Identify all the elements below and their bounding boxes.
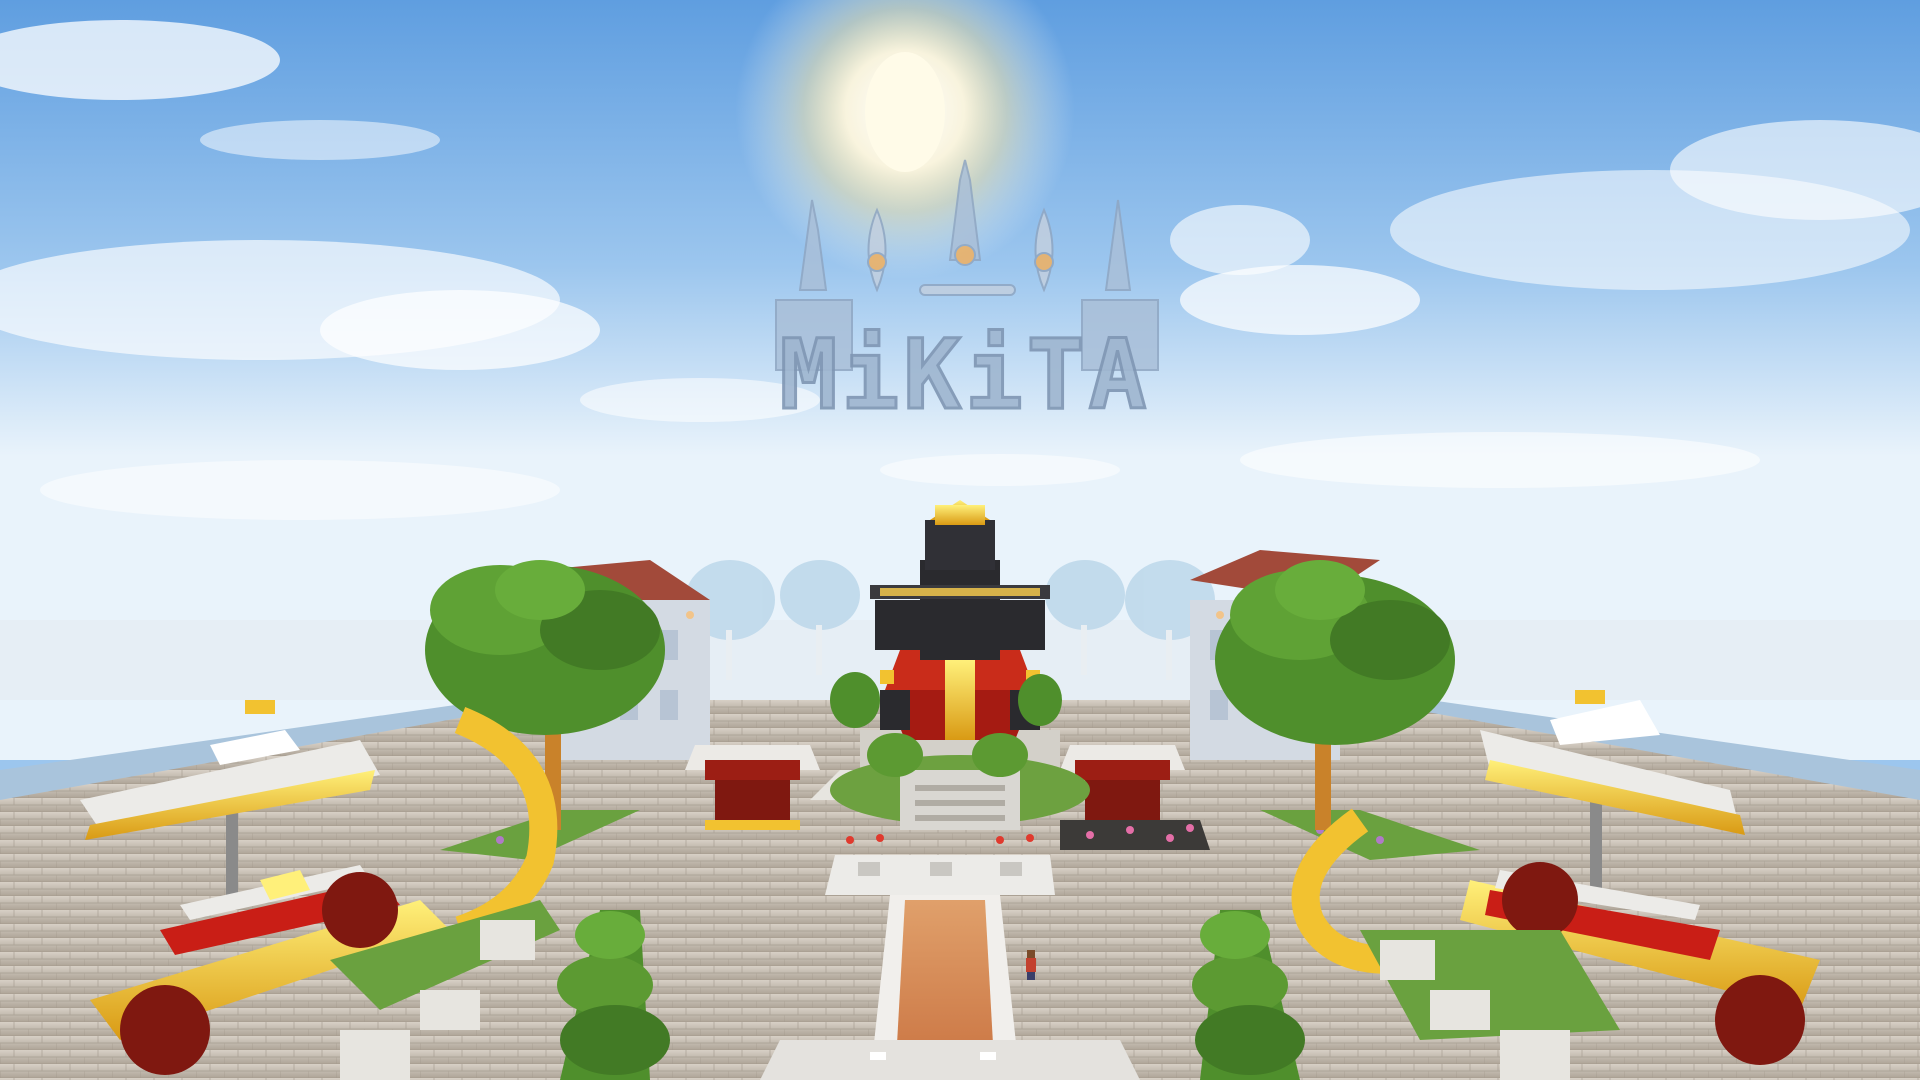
server-logo-text: MiKiTA bbox=[780, 319, 1151, 431]
game-scene: MiKiTA bbox=[0, 0, 1920, 1080]
player-icon bbox=[1026, 950, 1036, 980]
